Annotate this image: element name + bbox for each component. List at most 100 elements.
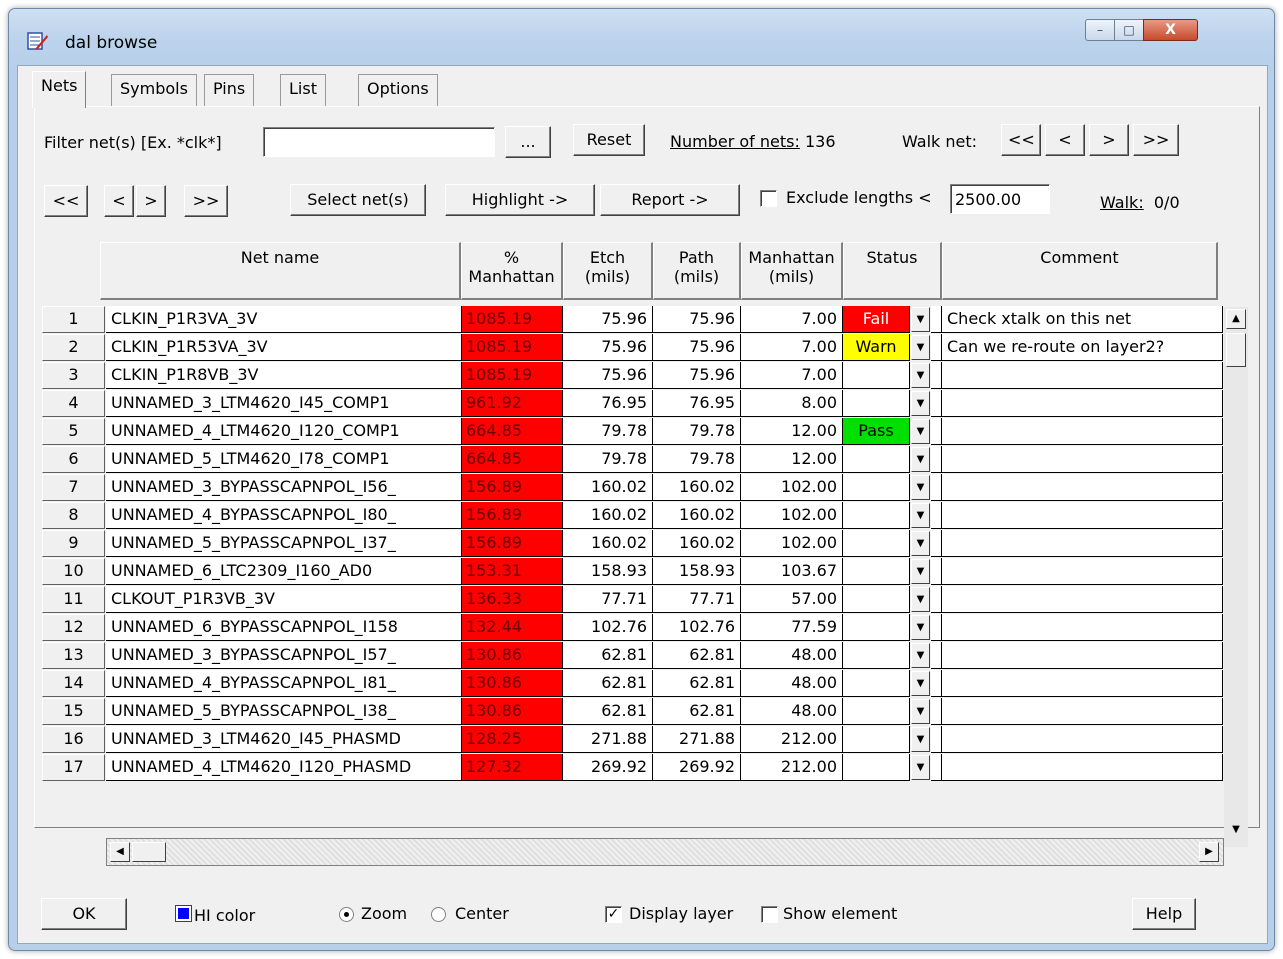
status-dropdown-arrow-icon[interactable]: ▼ bbox=[911, 363, 930, 388]
status-cell[interactable] bbox=[843, 502, 910, 529]
exclude-lengths-input[interactable] bbox=[950, 184, 1050, 214]
row-number[interactable]: 6 bbox=[42, 446, 105, 473]
maximize-button[interactable]: □ bbox=[1114, 19, 1144, 41]
tab-pins[interactable]: Pins bbox=[204, 74, 255, 106]
col-header-net-name[interactable]: Net name bbox=[100, 242, 461, 300]
status-dropdown-arrow-icon[interactable]: ▼ bbox=[911, 615, 930, 640]
nav-last-button[interactable]: >> bbox=[184, 185, 228, 217]
status-cell[interactable] bbox=[843, 670, 910, 697]
row-number[interactable]: 7 bbox=[42, 474, 105, 501]
col-header-manhattan[interactable]: Manhattan (mils) bbox=[741, 242, 843, 300]
comment-cell[interactable] bbox=[942, 502, 1223, 529]
status-dropdown-arrow-icon[interactable]: ▼ bbox=[911, 727, 930, 752]
row-number[interactable]: 9 bbox=[42, 530, 105, 557]
status-dropdown-arrow-icon[interactable]: ▼ bbox=[911, 559, 930, 584]
filter-browse-button[interactable]: ... bbox=[505, 126, 551, 158]
row-number[interactable]: 15 bbox=[42, 698, 105, 725]
status-dropdown-arrow-icon[interactable]: ▼ bbox=[911, 475, 930, 500]
row-number[interactable]: 13 bbox=[42, 642, 105, 669]
status-cell[interactable] bbox=[843, 362, 910, 389]
status-cell[interactable] bbox=[843, 530, 910, 557]
report-button[interactable]: Report -> bbox=[600, 184, 740, 216]
status-cell[interactable] bbox=[843, 642, 910, 669]
reset-button[interactable]: Reset bbox=[573, 124, 645, 156]
comment-cell[interactable]: Can we re-route on layer2? bbox=[942, 334, 1223, 361]
row-number[interactable]: 12 bbox=[42, 614, 105, 641]
tab-list[interactable]: List bbox=[280, 74, 326, 106]
row-number[interactable]: 4 bbox=[42, 390, 105, 417]
status-cell[interactable] bbox=[843, 558, 910, 585]
col-header-comment[interactable]: Comment bbox=[942, 242, 1218, 300]
walk-net-last-button[interactable]: >> bbox=[1133, 124, 1179, 156]
status-cell[interactable] bbox=[843, 446, 910, 473]
row-number[interactable]: 11 bbox=[42, 586, 105, 613]
nav-next-button[interactable]: > bbox=[136, 185, 166, 217]
comment-cell[interactable] bbox=[942, 586, 1223, 613]
status-cell[interactable]: Pass bbox=[843, 418, 910, 445]
display-layer-checkbox[interactable]: ✓ bbox=[605, 906, 622, 923]
nav-prev-button[interactable]: < bbox=[104, 185, 134, 217]
comment-cell[interactable] bbox=[942, 474, 1223, 501]
scroll-down-arrow-icon[interactable]: ▼ bbox=[1226, 821, 1246, 841]
status-cell[interactable] bbox=[843, 390, 910, 417]
status-cell[interactable] bbox=[843, 474, 910, 501]
select-nets-button[interactable]: Select net(s) bbox=[290, 184, 426, 216]
status-dropdown-arrow-icon[interactable]: ▼ bbox=[911, 391, 930, 416]
status-dropdown-arrow-icon[interactable]: ▼ bbox=[911, 587, 930, 612]
help-button[interactable]: Help bbox=[1132, 898, 1196, 930]
status-dropdown-arrow-icon[interactable]: ▼ bbox=[911, 419, 930, 444]
status-dropdown-arrow-icon[interactable]: ▼ bbox=[911, 699, 930, 724]
exclude-lengths-checkbox[interactable] bbox=[760, 190, 777, 207]
comment-cell[interactable] bbox=[942, 754, 1223, 781]
minimize-button[interactable]: – bbox=[1085, 19, 1115, 41]
comment-cell[interactable] bbox=[942, 362, 1223, 389]
status-dropdown-arrow-icon[interactable]: ▼ bbox=[911, 447, 930, 472]
tab-options[interactable]: Options bbox=[358, 74, 438, 106]
comment-cell[interactable] bbox=[942, 670, 1223, 697]
comment-cell[interactable] bbox=[942, 558, 1223, 585]
comment-cell[interactable] bbox=[942, 726, 1223, 753]
title-bar[interactable]: dal browse – □ X bbox=[9, 9, 1274, 65]
comment-cell[interactable] bbox=[942, 698, 1223, 725]
center-radio[interactable] bbox=[431, 907, 446, 922]
row-number[interactable]: 5 bbox=[42, 418, 105, 445]
horizontal-scrollbar[interactable]: ◀ ▶ bbox=[106, 838, 1224, 866]
hi-color-swatch[interactable] bbox=[175, 905, 192, 922]
comment-cell[interactable] bbox=[942, 614, 1223, 641]
status-dropdown-arrow-icon[interactable]: ▼ bbox=[911, 755, 930, 780]
tab-nets[interactable]: Nets bbox=[32, 71, 87, 108]
row-number[interactable]: 10 bbox=[42, 558, 105, 585]
zoom-radio[interactable] bbox=[339, 907, 354, 922]
nav-first-button[interactable]: << bbox=[44, 185, 88, 217]
row-number[interactable]: 1 bbox=[42, 306, 105, 333]
status-cell[interactable] bbox=[843, 586, 910, 613]
walk-net-prev-button[interactable]: < bbox=[1045, 124, 1085, 156]
status-dropdown-arrow-icon[interactable]: ▼ bbox=[911, 671, 930, 696]
tab-symbols[interactable]: Symbols bbox=[111, 74, 197, 106]
status-dropdown-arrow-icon[interactable]: ▼ bbox=[911, 531, 930, 556]
status-dropdown-arrow-icon[interactable]: ▼ bbox=[911, 503, 930, 528]
comment-cell[interactable] bbox=[942, 446, 1223, 473]
status-cell[interactable] bbox=[843, 726, 910, 753]
row-number[interactable]: 3 bbox=[42, 362, 105, 389]
status-cell[interactable] bbox=[843, 754, 910, 781]
col-header-etch[interactable]: Etch (mils) bbox=[563, 242, 653, 300]
col-header-pct-manhattan[interactable]: % Manhattan bbox=[461, 242, 563, 300]
close-button[interactable]: X bbox=[1143, 19, 1198, 41]
status-cell[interactable] bbox=[843, 698, 910, 725]
horizontal-scroll-thumb[interactable] bbox=[132, 842, 166, 862]
col-header-path[interactable]: Path (mils) bbox=[653, 242, 741, 300]
status-cell[interactable]: Fail bbox=[843, 306, 910, 333]
status-dropdown-arrow-icon[interactable]: ▼ bbox=[911, 643, 930, 668]
status-dropdown-arrow-icon[interactable]: ▼ bbox=[911, 335, 930, 360]
comment-cell[interactable]: Check xtalk on this net bbox=[942, 306, 1223, 333]
row-number[interactable]: 14 bbox=[42, 670, 105, 697]
comment-cell[interactable] bbox=[942, 642, 1223, 669]
status-dropdown-arrow-icon[interactable]: ▼ bbox=[911, 307, 930, 332]
row-number[interactable]: 8 bbox=[42, 502, 105, 529]
row-number[interactable]: 17 bbox=[42, 754, 105, 781]
vertical-scroll-thumb[interactable] bbox=[1226, 333, 1246, 367]
status-cell[interactable]: Warn bbox=[843, 334, 910, 361]
show-element-checkbox[interactable] bbox=[761, 906, 778, 923]
scroll-right-arrow-icon[interactable]: ▶ bbox=[1199, 842, 1219, 862]
